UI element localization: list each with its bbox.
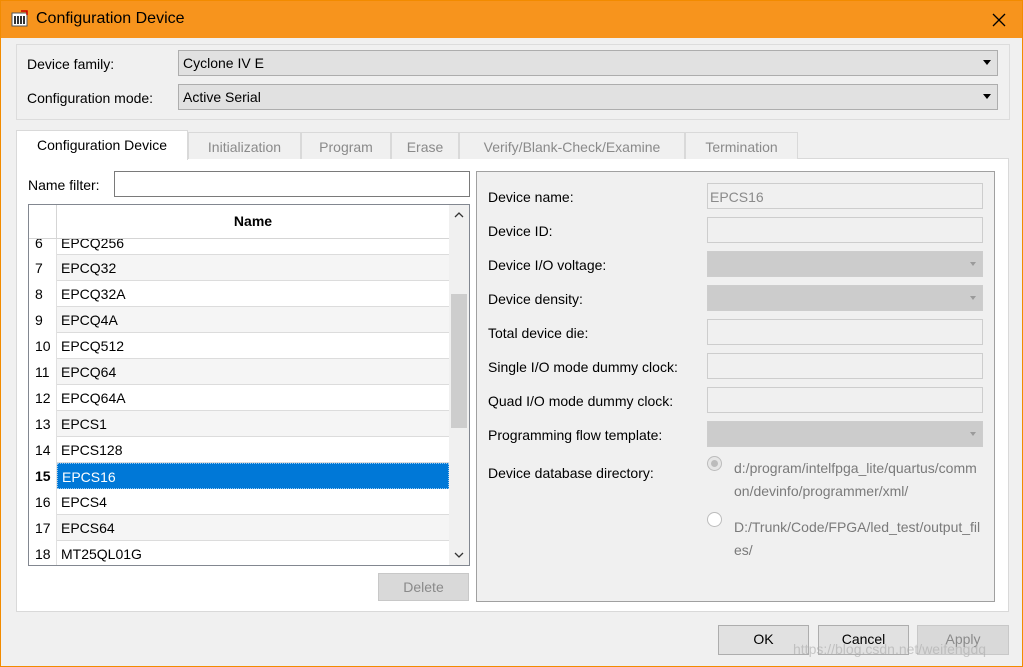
io-voltage-label: Device I/O voltage: (488, 257, 607, 273)
chevron-down-icon (970, 262, 976, 266)
list-item[interactable]: 17 EPCS64 (29, 515, 449, 541)
close-button[interactable] (976, 1, 1022, 38)
row-number: 13 (29, 411, 57, 437)
config-mode-select[interactable]: Active Serial (178, 84, 998, 110)
device-name-cell[interactable]: EPCS64 (57, 515, 449, 541)
chevron-down-icon (983, 60, 991, 65)
device-id-field[interactable] (707, 217, 983, 243)
list-item[interactable]: 18 MT25QL01G (29, 541, 449, 565)
db-dir-option-2[interactable]: D:/Trunk/Code/FPGA/led_test/output_files… (734, 516, 984, 562)
chevron-down-icon (454, 552, 464, 558)
device-name-cell[interactable]: EPCQ64 (57, 359, 449, 385)
db-dir-radio-2[interactable] (707, 512, 722, 527)
quad-io-field[interactable] (707, 387, 983, 413)
quad-io-label: Quad I/O mode dummy clock: (488, 393, 674, 409)
watermark-text: https://blog.csdn.net/weifengdq (793, 641, 987, 657)
tab-configuration-device[interactable]: Configuration Device (16, 130, 188, 160)
close-icon (992, 13, 1006, 26)
device-name-cell[interactable]: EPCQ4A (57, 307, 449, 333)
title-bar[interactable]: Configuration Device (1, 1, 1022, 38)
device-name-cell[interactable]: MT25QL01G (57, 541, 449, 565)
list-item[interactable]: 15 EPCS16 (29, 463, 449, 489)
db-dir-label: Device database directory: (488, 465, 654, 481)
device-family-label: Device family: (27, 56, 115, 72)
name-filter-input[interactable] (114, 171, 470, 197)
config-mode-value: Active Serial (183, 89, 261, 105)
name-filter-label: Name filter: (28, 177, 100, 193)
row-number-header (29, 205, 57, 239)
flow-template-select[interactable] (707, 421, 983, 447)
single-io-field[interactable] (707, 353, 983, 379)
vertical-scrollbar[interactable] (449, 205, 469, 565)
device-name-field[interactable]: EPCS16 (707, 183, 983, 209)
row-number: 7 (29, 255, 57, 281)
configuration-device-dialog: Configuration Device Device family: Cycl… (0, 0, 1023, 667)
device-name-cell[interactable]: EPCQ32 (57, 255, 449, 281)
list-item[interactable]: 10 EPCQ512 (29, 333, 449, 359)
row-number: 8 (29, 281, 57, 307)
device-name-cell[interactable]: EPCQ512 (57, 333, 449, 359)
device-name-cell[interactable]: EPCS1 (57, 411, 449, 437)
device-name-cell[interactable]: EPCS16 (57, 463, 449, 489)
device-density-label: Device density: (488, 291, 583, 307)
device-list[interactable]: 6 EPCQ256 7 EPCQ32 8 EPCQ32A 9 EPCQ4A 10 EPCQ512 1… (28, 204, 470, 566)
list-item[interactable]: 12 EPCQ64A (29, 385, 449, 411)
name-column-header[interactable]: Name (57, 213, 449, 229)
total-die-label: Total device die: (488, 325, 589, 341)
device-name-value: EPCS16 (710, 189, 764, 205)
app-icon (11, 10, 29, 28)
list-item[interactable]: 16 EPCS4 (29, 489, 449, 515)
row-number: 17 (29, 515, 57, 541)
row-number: 16 (29, 489, 57, 515)
scroll-down-button[interactable] (449, 545, 469, 565)
row-number: 12 (29, 385, 57, 411)
single-io-label: Single I/O mode dummy clock: (488, 359, 678, 375)
list-item[interactable]: 11 EPCQ64 (29, 359, 449, 385)
tab-program[interactable]: Program (301, 132, 391, 159)
list-item[interactable]: 7 EPCQ32 (29, 255, 449, 281)
device-name-label: Device name: (488, 189, 574, 205)
io-voltage-select[interactable] (707, 251, 983, 277)
tab-verify[interactable]: Verify/Blank-Check/Examine (459, 132, 685, 159)
total-die-field[interactable] (707, 319, 983, 345)
delete-button[interactable]: Delete (378, 573, 469, 601)
list-item[interactable]: 9 EPCQ4A (29, 307, 449, 333)
config-mode-label: Configuration mode: (27, 90, 154, 106)
device-rows: 6 EPCQ256 7 EPCQ32 8 EPCQ32A 9 EPCQ4A 10 EPCQ512 1… (29, 235, 449, 565)
list-header: Name (29, 205, 449, 239)
list-item[interactable]: 13 EPCS1 (29, 411, 449, 437)
window-title: Configuration Device (36, 10, 185, 27)
device-family-value: Cyclone IV E (183, 55, 264, 71)
db-dir-option-1[interactable]: d:/program/intelfpga_lite/quartus/common… (734, 457, 984, 503)
row-number: 9 (29, 307, 57, 333)
device-name-cell[interactable]: EPCS128 (57, 437, 449, 463)
device-density-select[interactable] (707, 285, 983, 311)
row-number: 11 (29, 359, 57, 385)
chevron-down-icon (983, 94, 991, 99)
chevron-down-icon (970, 432, 976, 436)
db-dir-radio-1[interactable] (707, 456, 722, 471)
device-family-select[interactable]: Cyclone IV E (178, 50, 998, 76)
list-item[interactable]: 8 EPCQ32A (29, 281, 449, 307)
device-name-cell[interactable]: EPCQ32A (57, 281, 449, 307)
scroll-thumb[interactable] (451, 294, 467, 428)
device-name-cell[interactable]: EPCS4 (57, 489, 449, 515)
row-number: 10 (29, 333, 57, 359)
row-number: 14 (29, 437, 57, 463)
row-number: 18 (29, 541, 57, 565)
chevron-up-icon (454, 212, 464, 218)
tab-erase[interactable]: Erase (391, 132, 459, 159)
flow-template-label: Programming flow template: (488, 427, 663, 443)
row-number: 15 (29, 463, 57, 489)
tab-initialization[interactable]: Initialization (188, 132, 301, 159)
tab-termination[interactable]: Termination (685, 132, 798, 159)
list-item[interactable]: 14 EPCS128 (29, 437, 449, 463)
chevron-down-icon (970, 296, 976, 300)
scroll-up-button[interactable] (449, 205, 469, 225)
device-id-label: Device ID: (488, 223, 553, 239)
device-name-cell[interactable]: EPCQ64A (57, 385, 449, 411)
